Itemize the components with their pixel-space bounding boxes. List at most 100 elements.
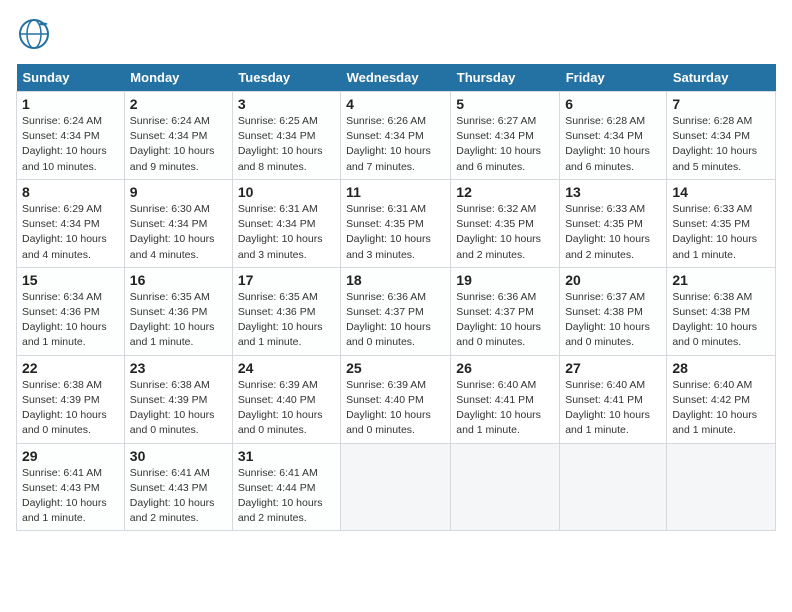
day-number: 26 bbox=[456, 360, 554, 376]
calendar-cell: 10 Sunrise: 6:31 AM Sunset: 4:34 PM Dayl… bbox=[232, 179, 340, 267]
day-info: Sunrise: 6:31 AM Sunset: 4:34 PM Dayligh… bbox=[238, 202, 335, 263]
calendar-cell: 21 Sunrise: 6:38 AM Sunset: 4:38 PM Dayl… bbox=[667, 267, 776, 355]
calendar-cell: 27 Sunrise: 6:40 AM Sunset: 4:41 PM Dayl… bbox=[560, 355, 667, 443]
day-number: 16 bbox=[130, 272, 227, 288]
day-number: 5 bbox=[456, 96, 554, 112]
page-header bbox=[16, 16, 776, 52]
col-header-wednesday: Wednesday bbox=[341, 64, 451, 92]
calendar-week-row: 8 Sunrise: 6:29 AM Sunset: 4:34 PM Dayli… bbox=[17, 179, 776, 267]
day-info: Sunrise: 6:38 AM Sunset: 4:39 PM Dayligh… bbox=[22, 378, 119, 439]
day-info: Sunrise: 6:24 AM Sunset: 4:34 PM Dayligh… bbox=[22, 114, 119, 175]
col-header-thursday: Thursday bbox=[451, 64, 560, 92]
calendar-cell: 1 Sunrise: 6:24 AM Sunset: 4:34 PM Dayli… bbox=[17, 92, 125, 180]
day-info: Sunrise: 6:40 AM Sunset: 4:41 PM Dayligh… bbox=[456, 378, 554, 439]
day-number: 7 bbox=[672, 96, 770, 112]
calendar-cell: 29 Sunrise: 6:41 AM Sunset: 4:43 PM Dayl… bbox=[17, 443, 125, 531]
day-info: Sunrise: 6:25 AM Sunset: 4:34 PM Dayligh… bbox=[238, 114, 335, 175]
day-number: 17 bbox=[238, 272, 335, 288]
day-number: 30 bbox=[130, 448, 227, 464]
day-number: 23 bbox=[130, 360, 227, 376]
day-number: 2 bbox=[130, 96, 227, 112]
col-header-saturday: Saturday bbox=[667, 64, 776, 92]
calendar-cell bbox=[667, 443, 776, 531]
calendar-cell: 14 Sunrise: 6:33 AM Sunset: 4:35 PM Dayl… bbox=[667, 179, 776, 267]
day-number: 11 bbox=[346, 184, 445, 200]
calendar-cell: 31 Sunrise: 6:41 AM Sunset: 4:44 PM Dayl… bbox=[232, 443, 340, 531]
day-number: 19 bbox=[456, 272, 554, 288]
day-info: Sunrise: 6:39 AM Sunset: 4:40 PM Dayligh… bbox=[238, 378, 335, 439]
calendar-cell: 17 Sunrise: 6:35 AM Sunset: 4:36 PM Dayl… bbox=[232, 267, 340, 355]
day-info: Sunrise: 6:39 AM Sunset: 4:40 PM Dayligh… bbox=[346, 378, 445, 439]
calendar-week-row: 29 Sunrise: 6:41 AM Sunset: 4:43 PM Dayl… bbox=[17, 443, 776, 531]
day-info: Sunrise: 6:29 AM Sunset: 4:34 PM Dayligh… bbox=[22, 202, 119, 263]
day-info: Sunrise: 6:24 AM Sunset: 4:34 PM Dayligh… bbox=[130, 114, 227, 175]
day-number: 4 bbox=[346, 96, 445, 112]
day-number: 14 bbox=[672, 184, 770, 200]
day-number: 6 bbox=[565, 96, 661, 112]
day-info: Sunrise: 6:36 AM Sunset: 4:37 PM Dayligh… bbox=[456, 290, 554, 351]
calendar-cell: 18 Sunrise: 6:36 AM Sunset: 4:37 PM Dayl… bbox=[341, 267, 451, 355]
day-info: Sunrise: 6:26 AM Sunset: 4:34 PM Dayligh… bbox=[346, 114, 445, 175]
calendar-cell: 26 Sunrise: 6:40 AM Sunset: 4:41 PM Dayl… bbox=[451, 355, 560, 443]
day-info: Sunrise: 6:40 AM Sunset: 4:41 PM Dayligh… bbox=[565, 378, 661, 439]
day-info: Sunrise: 6:37 AM Sunset: 4:38 PM Dayligh… bbox=[565, 290, 661, 351]
day-info: Sunrise: 6:36 AM Sunset: 4:37 PM Dayligh… bbox=[346, 290, 445, 351]
calendar-cell: 3 Sunrise: 6:25 AM Sunset: 4:34 PM Dayli… bbox=[232, 92, 340, 180]
calendar-cell bbox=[560, 443, 667, 531]
day-number: 15 bbox=[22, 272, 119, 288]
calendar-cell: 19 Sunrise: 6:36 AM Sunset: 4:37 PM Dayl… bbox=[451, 267, 560, 355]
calendar-week-row: 15 Sunrise: 6:34 AM Sunset: 4:36 PM Dayl… bbox=[17, 267, 776, 355]
day-number: 31 bbox=[238, 448, 335, 464]
col-header-tuesday: Tuesday bbox=[232, 64, 340, 92]
day-info: Sunrise: 6:28 AM Sunset: 4:34 PM Dayligh… bbox=[565, 114, 661, 175]
calendar-cell: 6 Sunrise: 6:28 AM Sunset: 4:34 PM Dayli… bbox=[560, 92, 667, 180]
calendar-cell: 15 Sunrise: 6:34 AM Sunset: 4:36 PM Dayl… bbox=[17, 267, 125, 355]
calendar-cell: 12 Sunrise: 6:32 AM Sunset: 4:35 PM Dayl… bbox=[451, 179, 560, 267]
day-info: Sunrise: 6:40 AM Sunset: 4:42 PM Dayligh… bbox=[672, 378, 770, 439]
calendar-cell: 20 Sunrise: 6:37 AM Sunset: 4:38 PM Dayl… bbox=[560, 267, 667, 355]
calendar-cell: 16 Sunrise: 6:35 AM Sunset: 4:36 PM Dayl… bbox=[124, 267, 232, 355]
day-info: Sunrise: 6:30 AM Sunset: 4:34 PM Dayligh… bbox=[130, 202, 227, 263]
calendar-week-row: 1 Sunrise: 6:24 AM Sunset: 4:34 PM Dayli… bbox=[17, 92, 776, 180]
day-number: 10 bbox=[238, 184, 335, 200]
day-number: 9 bbox=[130, 184, 227, 200]
calendar-cell bbox=[451, 443, 560, 531]
calendar-table: SundayMondayTuesdayWednesdayThursdayFrid… bbox=[16, 64, 776, 531]
day-number: 22 bbox=[22, 360, 119, 376]
calendar-cell: 8 Sunrise: 6:29 AM Sunset: 4:34 PM Dayli… bbox=[17, 179, 125, 267]
day-info: Sunrise: 6:28 AM Sunset: 4:34 PM Dayligh… bbox=[672, 114, 770, 175]
day-info: Sunrise: 6:41 AM Sunset: 4:44 PM Dayligh… bbox=[238, 466, 335, 527]
calendar-cell: 22 Sunrise: 6:38 AM Sunset: 4:39 PM Dayl… bbox=[17, 355, 125, 443]
col-header-monday: Monday bbox=[124, 64, 232, 92]
calendar-cell: 24 Sunrise: 6:39 AM Sunset: 4:40 PM Dayl… bbox=[232, 355, 340, 443]
col-header-sunday: Sunday bbox=[17, 64, 125, 92]
day-number: 13 bbox=[565, 184, 661, 200]
calendar-cell: 13 Sunrise: 6:33 AM Sunset: 4:35 PM Dayl… bbox=[560, 179, 667, 267]
day-info: Sunrise: 6:35 AM Sunset: 4:36 PM Dayligh… bbox=[238, 290, 335, 351]
day-info: Sunrise: 6:38 AM Sunset: 4:38 PM Dayligh… bbox=[672, 290, 770, 351]
calendar-cell: 7 Sunrise: 6:28 AM Sunset: 4:34 PM Dayli… bbox=[667, 92, 776, 180]
logo-icon bbox=[16, 16, 52, 52]
calendar-cell: 9 Sunrise: 6:30 AM Sunset: 4:34 PM Dayli… bbox=[124, 179, 232, 267]
day-number: 20 bbox=[565, 272, 661, 288]
calendar-cell: 11 Sunrise: 6:31 AM Sunset: 4:35 PM Dayl… bbox=[341, 179, 451, 267]
day-info: Sunrise: 6:41 AM Sunset: 4:43 PM Dayligh… bbox=[22, 466, 119, 527]
day-number: 8 bbox=[22, 184, 119, 200]
day-info: Sunrise: 6:31 AM Sunset: 4:35 PM Dayligh… bbox=[346, 202, 445, 263]
day-number: 21 bbox=[672, 272, 770, 288]
day-number: 3 bbox=[238, 96, 335, 112]
calendar-cell: 23 Sunrise: 6:38 AM Sunset: 4:39 PM Dayl… bbox=[124, 355, 232, 443]
calendar-cell bbox=[341, 443, 451, 531]
day-number: 24 bbox=[238, 360, 335, 376]
day-number: 12 bbox=[456, 184, 554, 200]
calendar-cell: 2 Sunrise: 6:24 AM Sunset: 4:34 PM Dayli… bbox=[124, 92, 232, 180]
col-header-friday: Friday bbox=[560, 64, 667, 92]
day-number: 18 bbox=[346, 272, 445, 288]
day-info: Sunrise: 6:32 AM Sunset: 4:35 PM Dayligh… bbox=[456, 202, 554, 263]
calendar-cell: 30 Sunrise: 6:41 AM Sunset: 4:43 PM Dayl… bbox=[124, 443, 232, 531]
day-number: 1 bbox=[22, 96, 119, 112]
day-info: Sunrise: 6:33 AM Sunset: 4:35 PM Dayligh… bbox=[672, 202, 770, 263]
calendar-cell: 25 Sunrise: 6:39 AM Sunset: 4:40 PM Dayl… bbox=[341, 355, 451, 443]
day-number: 29 bbox=[22, 448, 119, 464]
day-info: Sunrise: 6:34 AM Sunset: 4:36 PM Dayligh… bbox=[22, 290, 119, 351]
